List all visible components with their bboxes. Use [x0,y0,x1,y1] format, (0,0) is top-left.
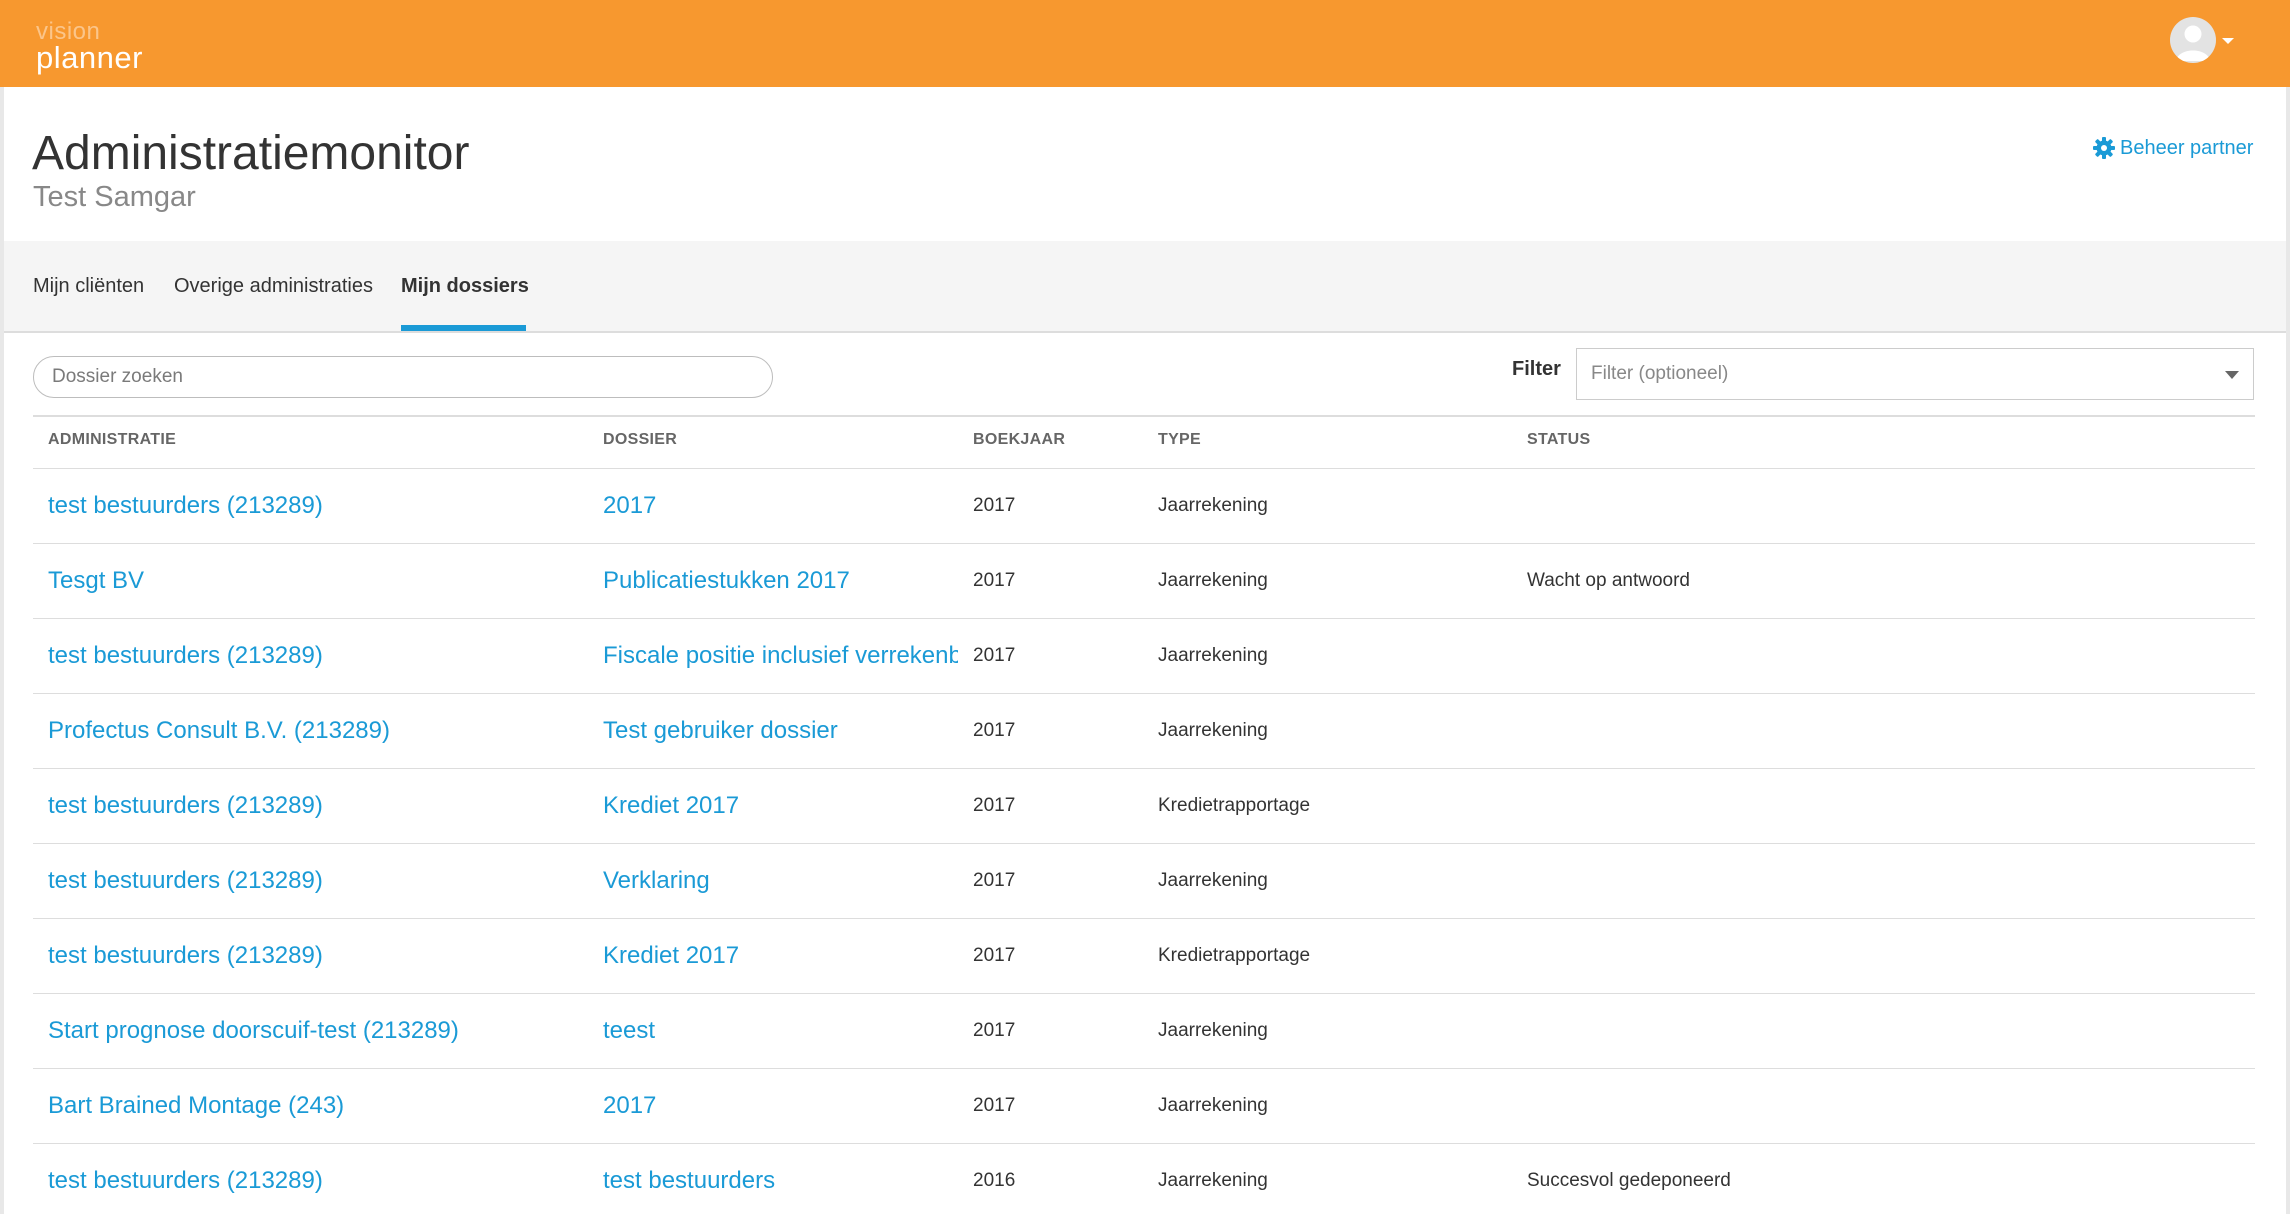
table-row: test bestuurders (213289) test bestuurde… [33,1143,2255,1218]
column-header-status[interactable]: STATUS [1527,431,1590,449]
filter-label: Filter [1512,358,1561,380]
status-cell: Wacht op antwoord [1527,570,1690,591]
boekjaar-cell: 2016 [973,1170,1016,1191]
dossier-link[interactable]: Test gebruiker dossier [603,694,958,768]
type-cell: Kredietrapportage [1158,795,1311,816]
type-cell: Jaarrekening [1158,495,1268,516]
type-cell: Kredietrapportage [1158,945,1311,966]
administratie-link[interactable]: test bestuurders (213289) [48,844,588,918]
filter-select[interactable]: Filter (optioneel) [1576,348,2254,400]
boekjaar-cell: 2017 [973,495,1016,516]
tab-bar: Mijn cliënten Overige administraties Mij… [4,241,2286,333]
administratie-link[interactable]: test bestuurders (213289) [48,919,588,993]
status-cell [1527,844,2227,918]
tab-mijn-clienten[interactable]: Mijn cliënten [33,241,144,331]
dossier-link[interactable]: 2017 [603,469,958,543]
table-row: Start prognose doorscuif-test (213289) t… [33,993,2255,1068]
type-cell: Jaarrekening [1158,645,1268,666]
dossier-link[interactable]: Publicatiestukken 2017 [603,544,958,618]
dossier-link[interactable]: Verklaring [603,844,958,918]
beheer-partner-link[interactable]: Beheer partner [2092,136,2253,160]
user-avatar-icon[interactable] [2170,17,2216,63]
type-cell: Jaarrekening [1158,870,1268,891]
boekjaar-cell: 2017 [973,720,1016,741]
status-cell [1527,694,2227,768]
type-cell: Jaarrekening [1158,1095,1268,1116]
gear-icon [2093,137,2115,159]
table-row: test bestuurders (213289) Krediet 2017 2… [33,918,2255,993]
status-cell [1527,919,2227,993]
column-header-administratie[interactable]: ADMINISTRATIE [48,431,176,449]
administratie-link[interactable]: Bart Brained Montage (243) [48,1069,588,1143]
column-header-dossier[interactable]: DOSSIER [603,431,677,449]
boekjaar-cell: 2017 [973,795,1016,816]
administratie-link[interactable]: Tesgt BV [48,544,588,618]
dossier-link[interactable]: Krediet 2017 [603,919,958,993]
filter-placeholder: Filter (optioneel) [1591,363,1729,384]
user-menu-caret-icon[interactable] [2222,38,2234,44]
table-row: test bestuurders (213289) Verklaring 201… [33,843,2255,918]
dossier-search-input[interactable] [33,356,773,398]
column-header-type[interactable]: TYPE [1158,431,1201,449]
boekjaar-cell: 2017 [973,945,1016,966]
vision-planner-logo[interactable]: vision planner [36,20,143,75]
table-row: test bestuurders (213289) Krediet 2017 2… [33,768,2255,843]
status-cell [1527,994,2227,1068]
table-row: Tesgt BV Publicatiestukken 2017 2017 Jaa… [33,543,2255,618]
dossier-table-body: test bestuurders (213289) 2017 2017 Jaar… [33,468,2255,1218]
page-title: Administratiemonitor [32,127,470,180]
status-cell [1527,769,2227,843]
administratie-link[interactable]: Start prognose doorscuif-test (213289) [48,994,588,1068]
administratie-link[interactable]: Profectus Consult B.V. (213289) [48,694,588,768]
table-row: Profectus Consult B.V. (213289) Test geb… [33,693,2255,768]
dossier-link[interactable]: Fiscale positie inclusief verrekenb [603,619,958,693]
administratie-link[interactable]: test bestuurders (213289) [48,769,588,843]
type-cell: Jaarrekening [1158,1020,1268,1041]
boekjaar-cell: 2017 [973,570,1016,591]
boekjaar-cell: 2017 [973,1020,1016,1041]
type-cell: Jaarrekening [1158,1170,1268,1191]
frame-edge-right [2286,87,2290,1214]
top-bar: vision planner [0,0,2290,87]
dossier-link[interactable]: Krediet 2017 [603,769,958,843]
type-cell: Jaarrekening [1158,570,1268,591]
administratie-link[interactable]: test bestuurders (213289) [48,469,588,543]
status-cell [1527,619,2227,693]
status-cell: Succesvol gedeponeerd [1527,1170,1731,1191]
administratie-link[interactable]: test bestuurders (213289) [48,619,588,693]
page-subtitle: Test Samgar [33,181,196,213]
boekjaar-cell: 2017 [973,645,1016,666]
logo-line2: planner [36,40,143,75]
status-cell [1527,1069,2227,1143]
dossier-link[interactable]: test bestuurders [603,1144,958,1218]
table-row: Bart Brained Montage (243) 2017 2017 Jaa… [33,1068,2255,1143]
boekjaar-cell: 2017 [973,1095,1016,1116]
chevron-down-icon [2225,371,2239,379]
table-row: test bestuurders (213289) 2017 2017 Jaar… [33,468,2255,543]
active-tab-indicator [401,325,526,331]
administratie-link[interactable]: test bestuurders (213289) [48,1144,588,1218]
tab-mijn-dossiers[interactable]: Mijn dossiers [401,241,529,331]
column-header-boekjaar[interactable]: BOEKJAAR [973,431,1065,449]
tab-overige-administraties[interactable]: Overige administraties [174,241,373,331]
beheer-partner-label: Beheer partner [2120,136,2254,159]
type-cell: Jaarrekening [1158,720,1268,741]
table-row: test bestuurders (213289) Fiscale positi… [33,618,2255,693]
dossier-link[interactable]: teest [603,994,958,1068]
table-header-divider [33,415,2255,417]
dossier-link[interactable]: 2017 [603,1069,958,1143]
status-cell [1527,469,2227,543]
boekjaar-cell: 2017 [973,870,1016,891]
